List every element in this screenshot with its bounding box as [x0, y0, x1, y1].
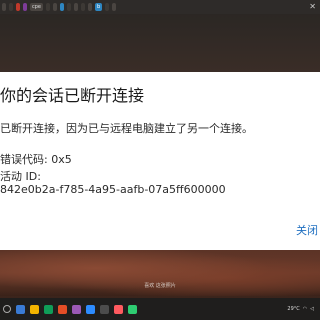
taskbar-app-icon[interactable] [16, 304, 25, 314]
disconnect-dialog: 你的会话已断开连接 已断开连接，因为已与远程电脑建立了另一个连接。 错误代码: … [0, 72, 320, 250]
close-button[interactable]: 关闭 [296, 222, 318, 238]
browser-tab[interactable] [105, 3, 110, 11]
browser-tab[interactable] [74, 3, 78, 11]
browser-tab[interactable] [60, 3, 64, 11]
browser-tab[interactable] [81, 3, 85, 11]
taskbar-app-icon[interactable] [100, 304, 109, 314]
activity-id-label: 活动 ID: [0, 170, 41, 183]
taskbar-app-icon[interactable] [128, 304, 137, 314]
taskbar-app-icon[interactable] [86, 304, 95, 314]
error-code: 错误代码: 0x5 [0, 153, 72, 166]
browser-tab[interactable] [112, 3, 117, 11]
browser-tab[interactable] [2, 3, 6, 11]
close-icon[interactable]: ✕ [309, 0, 316, 14]
weather-readout[interactable]: 29°C [287, 306, 299, 312]
wifi-icon[interactable]: ◠ [303, 306, 307, 312]
search-icon[interactable] [3, 305, 11, 313]
wallpaper-caption[interactable]: 喜欢 这张照片 [0, 282, 320, 289]
taskbar-app-icon[interactable] [30, 304, 39, 314]
browser-tab[interactable] [46, 3, 50, 11]
browser-tab[interactable] [88, 3, 92, 11]
taskbar-app-icon[interactable] [44, 304, 53, 314]
browser-tab[interactable] [53, 3, 57, 11]
browser-tab[interactable] [23, 3, 27, 11]
activity-id-value: 842e0b2a-f785-4a95-aafb-07a5ff600000 [0, 183, 226, 196]
browser-tab[interactable] [9, 3, 13, 11]
dialog-message: 已断开连接，因为已与远程电脑建立了另一个连接。 [0, 122, 253, 135]
browser-tab-strip: cpe b ✕ [0, 0, 320, 14]
browser-tab[interactable]: cpe [30, 3, 43, 11]
browser-tab[interactable]: b [95, 3, 103, 11]
browser-tab[interactable] [16, 3, 20, 11]
system-tray[interactable]: 29°C ◠ ◁ [287, 306, 317, 312]
remote-desktop-screen: cpe b ✕ 你的会话已断开连接 已断开连接，因为已与远程电脑建立了另一个连接… [0, 0, 320, 320]
taskbar-app-icon[interactable] [58, 304, 67, 314]
dialog-title: 你的会话已断开连接 [0, 86, 145, 105]
browser-tab[interactable] [67, 3, 71, 11]
background-band [0, 14, 320, 72]
volume-icon[interactable]: ◁ [310, 306, 314, 312]
wallpaper [0, 250, 320, 296]
taskbar-app-icon[interactable] [114, 304, 123, 314]
taskbar-app-icon[interactable] [72, 304, 81, 314]
taskbar: 29°C ◠ ◁ [0, 298, 320, 320]
